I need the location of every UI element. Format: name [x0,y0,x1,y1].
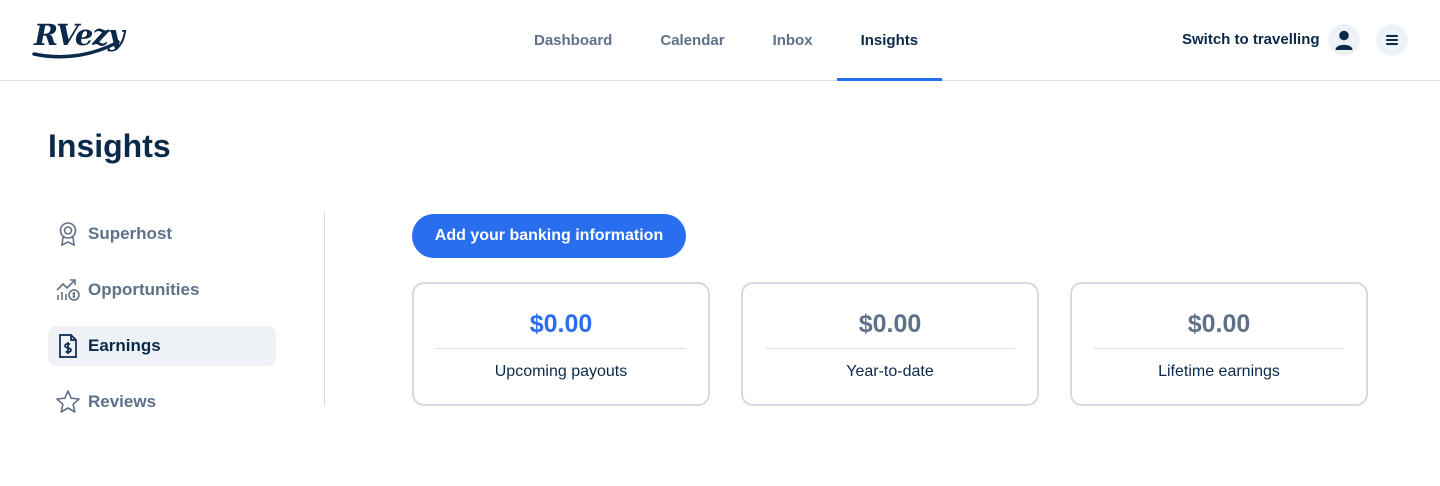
sidebar-divider [324,212,325,406]
earnings-label: Lifetime earnings [1158,363,1280,380]
sidebar-item-label: Superhost [88,224,173,243]
nav-insights[interactable]: Insights [836,0,943,81]
nav-dashboard-label: Dashboard [534,31,613,49]
account-button[interactable] [1328,24,1360,56]
earnings-label: Year-to-date [846,363,934,380]
logo-swoosh [32,40,120,59]
hamburger-icon [1386,35,1398,45]
earnings-card-lifetime: $0.00 Lifetime earnings [1070,282,1368,406]
sidebar-item-earnings[interactable]: Earnings [48,326,276,366]
nav-insights-label: Insights [860,31,919,49]
card-divider [436,348,686,349]
earnings-amount: $0.00 [858,310,922,338]
card-divider [1094,348,1344,349]
nav-inbox-label: Inbox [772,31,813,49]
sidebar-item-reviews[interactable]: Reviews [48,382,276,422]
earnings-amount: $0.00 [529,310,593,338]
add-banking-info-button[interactable]: Add your banking information [412,214,686,258]
page-title: Insights [48,128,171,164]
earnings-card-upcoming-payouts: $0.00 Upcoming payouts [412,282,710,406]
card-divider [765,348,1015,349]
menu-button[interactable] [1376,24,1408,56]
insights-sidebar: Superhost Opportunities Earnings Reviews [48,214,276,438]
nav-dashboard[interactable]: Dashboard [510,0,636,80]
switch-to-travelling-link[interactable]: Switch to travelling [1182,31,1320,48]
nav-inbox[interactable]: Inbox [749,0,837,80]
main-nav: Dashboard Calendar Inbox Insights [510,0,943,81]
receipt-dollar-icon [54,332,82,360]
star-icon [54,388,82,416]
earnings-amount: $0.00 [1187,310,1251,338]
growth-chart-icon [54,276,82,304]
sidebar-item-superhost[interactable]: Superhost [48,214,276,254]
user-icon [1335,30,1353,50]
sidebar-item-opportunities[interactable]: Opportunities [48,270,276,310]
nav-calendar-label: Calendar [660,31,725,49]
earnings-card-year-to-date: $0.00 Year-to-date [741,282,1039,406]
nav-calendar[interactable]: Calendar [636,0,748,80]
earnings-label: Upcoming payouts [494,363,628,380]
sidebar-item-label: Earnings [88,336,161,355]
sidebar-item-label: Opportunities [88,280,200,299]
top-navigation-bar: RVezy Dashboard Calendar Inbox Insights … [0,0,1440,81]
sidebar-item-label: Reviews [88,392,157,411]
rvezy-logo[interactable]: RVezy [32,16,125,62]
award-badge-icon [54,220,82,248]
